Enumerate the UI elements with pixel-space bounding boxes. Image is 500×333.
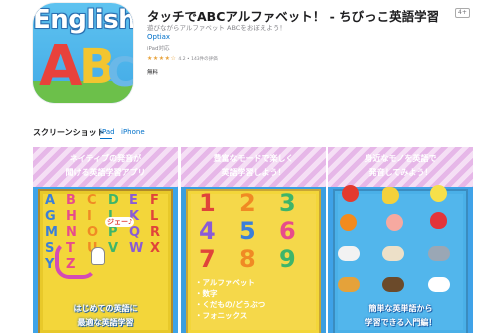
rabbit-icon — [428, 277, 450, 292]
letter-b[interactable]: B — [66, 194, 76, 207]
age-rating-badge: 4+ — [455, 8, 470, 18]
letter-n[interactable]: N — [66, 226, 77, 239]
price-label: 無料 — [147, 70, 159, 76]
hand-pointer-icon — [91, 247, 105, 265]
letter-f[interactable]: F — [150, 194, 159, 207]
developer-link[interactable]: Optiax — [147, 33, 170, 41]
screenshot-1-header-line-2: 聞ける英語学習アプリ — [65, 168, 146, 177]
rating-stars: ★★★★☆ — [147, 55, 177, 62]
letter-i[interactable]: I — [87, 210, 92, 223]
screenshot-3[interactable]: 身近なモノを英語で 発音してみよう！ 簡単な英単語から 学習できる入門編！ — [328, 147, 473, 333]
letter-p[interactable]: P — [108, 226, 118, 239]
letter-w[interactable]: W — [129, 242, 143, 255]
number-5[interactable]: 5 — [239, 219, 256, 243]
screenshot-3-header: 身近なモノを英語で 発音してみよう！ — [328, 147, 473, 187]
tab-ipad[interactable]: iPad — [100, 128, 115, 136]
elephant-icon — [428, 246, 450, 261]
apple-icon — [342, 185, 359, 202]
compatibility-note: iPad対応 — [147, 46, 170, 52]
screenshot-3-caption-2: 学習できる入門編！ — [364, 318, 437, 327]
letter-c[interactable]: C — [87, 194, 97, 207]
letter-r[interactable]: R — [150, 226, 160, 239]
app-icon-letter-c: C — [107, 50, 133, 96]
number-6[interactable]: 6 — [279, 219, 296, 243]
number-3[interactable]: 3 — [279, 191, 296, 215]
screenshot-3-header-line-2: 発音してみよう！ — [368, 168, 433, 177]
screenshot-2[interactable]: 豊富なモードで楽しく 英語学習しよう！ 123 456 789 ・アルファベット ・… — [181, 147, 326, 333]
rating-row: ★★★★☆ 4.2 • 143件の評価 — [147, 55, 218, 62]
letter-x[interactable]: X — [150, 242, 160, 255]
number-1[interactable]: 1 — [199, 191, 216, 215]
mode-list-item-fruits-animals: ・くだもの/どうぶつ — [195, 300, 266, 309]
mode-list: ・アルファベット ・数字 ・くだもの/どうぶつ ・フォニックス — [195, 277, 265, 321]
mode-list-item-alphabet: ・アルファベット — [195, 278, 255, 287]
mode-list-item-numbers: ・数字 — [195, 289, 218, 298]
letter-l[interactable]: L — [150, 210, 158, 223]
number-7[interactable]: 7 — [199, 247, 216, 271]
screenshot-1-header-line-1: ネイティブの発音が — [69, 154, 142, 163]
screenshot-3-caption-1: 簡単な英単語から — [368, 304, 433, 313]
app-icon-word: English — [33, 5, 133, 35]
mode-list-item-phonics: ・フォニックス — [195, 311, 248, 320]
screenshot-2-header: 豊富なモードで楽しく 英語学習しよう！ — [181, 147, 326, 187]
app-subtitle: 遊びながらアルファベット ABCをおぼえよう！ — [147, 24, 286, 32]
tab-iphone[interactable]: iPhone — [121, 128, 145, 136]
orange-icon — [340, 214, 357, 231]
lion-icon — [338, 277, 360, 292]
letter-v[interactable]: V — [108, 242, 118, 255]
app-icon-letter-a: A — [39, 34, 83, 99]
letter-g[interactable]: G — [45, 210, 56, 223]
screenshot-3-header-line-1: 身近なモノを英語で — [364, 154, 437, 163]
horse-icon — [382, 246, 404, 261]
screenshot-2-header-line-1: 豊富なモードで楽しく — [213, 154, 294, 163]
dog-icon — [338, 246, 360, 261]
letter-o[interactable]: O — [87, 226, 98, 239]
monkey-icon — [382, 277, 404, 292]
letter-a[interactable]: A — [45, 194, 55, 207]
number-8[interactable]: 8 — [239, 247, 256, 271]
screenshot-2-header-line-2: 英語学習しよう！ — [221, 168, 286, 177]
number-2[interactable]: 2 — [239, 191, 256, 215]
number-9[interactable]: 9 — [279, 247, 296, 271]
letter-y[interactable]: Y — [45, 258, 54, 271]
letter-q[interactable]: Q — [129, 226, 140, 239]
letter-s[interactable]: S — [45, 242, 54, 255]
screenshot-1[interactable]: ネイティブの発音が 聞ける英語学習アプリ ABCDEFGHIJKLMNOPQRS… — [33, 147, 178, 333]
app-icon: English A B C — [33, 3, 133, 103]
letter-d[interactable]: D — [108, 194, 119, 207]
screenshot-1-header: ネイティブの発音が 聞ける英語学習アプリ — [33, 147, 178, 187]
tab-ipad-underline — [100, 138, 112, 139]
peach-icon — [386, 214, 403, 231]
strawberry-icon — [430, 212, 447, 229]
letter-h[interactable]: H — [66, 210, 77, 223]
speech-bubble: ジェー♪ — [105, 217, 135, 227]
lemon-icon — [430, 185, 447, 202]
rating-text: 4.2 • 143件の評価 — [178, 56, 218, 62]
screenshot-1-caption-1: はじめての英語に — [73, 304, 138, 313]
screenshot-1-caption-2: 最適な英語学習 — [77, 318, 134, 327]
screenshots-heading: スクリーンショット — [33, 128, 105, 137]
letter-m[interactable]: M — [45, 226, 58, 239]
number-4[interactable]: 4 — [199, 219, 216, 243]
letter-e[interactable]: E — [129, 194, 138, 207]
banana-icon — [382, 187, 399, 204]
